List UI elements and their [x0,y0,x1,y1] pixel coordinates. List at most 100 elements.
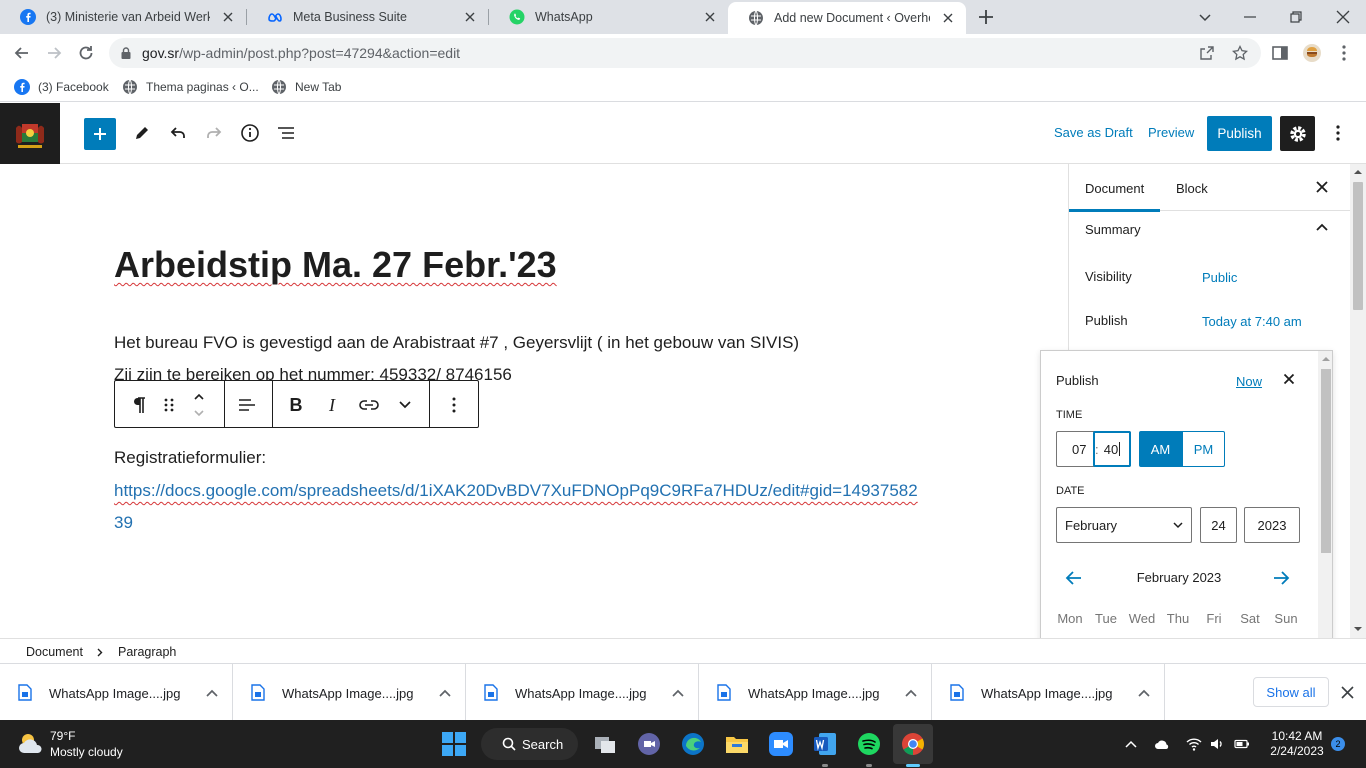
chevron-up-icon[interactable] [904,686,918,700]
more-rich-text-button[interactable] [393,393,417,417]
wifi-icon[interactable] [1186,736,1202,752]
browser-tab-meta[interactable]: Meta Business Suite [247,0,488,34]
browser-tab-whatsapp[interactable]: WhatsApp [489,0,728,34]
profile-avatar-icon[interactable] [1302,43,1322,63]
drag-handle[interactable] [157,393,181,417]
tab-search-icon[interactable] [1195,7,1215,27]
paragraph-block[interactable]: Het bureau FVO is gevestigd aan de Arabi… [114,333,799,353]
close-icon[interactable] [1315,180,1329,194]
download-item[interactable]: WhatsApp Image....jpg [0,664,233,721]
summary-panel-title[interactable]: Summary [1085,222,1141,237]
chevron-up-icon[interactable] [205,686,219,700]
paragraph-transform-button[interactable] [127,393,151,417]
details-button[interactable] [235,118,265,148]
chevron-up-icon[interactable] [1137,686,1151,700]
file-explorer-icon[interactable] [724,731,750,757]
move-block-buttons[interactable] [187,385,211,425]
tab-document[interactable]: Document [1068,181,1161,212]
window-close-icon[interactable] [1333,7,1353,27]
publish-button[interactable]: Publish [1207,116,1272,151]
weather-cloud-icon[interactable] [16,729,46,759]
popover-scrollbar[interactable] [1318,351,1332,661]
post-title[interactable]: Arbeidstip Ma. 27 Febr.'23 [114,244,557,286]
windows-start-icon[interactable] [441,731,467,757]
next-month-icon[interactable] [1270,567,1292,589]
italic-button[interactable]: I [320,393,344,417]
now-button[interactable]: Now [1236,374,1262,389]
edge-browser-icon[interactable] [680,731,706,757]
align-button[interactable] [235,393,259,417]
spotify-icon[interactable] [856,731,882,757]
settings-button[interactable] [1280,116,1315,151]
address-bar[interactable]: gov.sr/wp-admin/post.php?post=47294&acti… [109,38,1261,68]
taskbar-search[interactable]: Search [481,728,578,760]
month-select[interactable]: February [1056,507,1192,543]
list-view-button[interactable] [271,118,301,148]
browser-tab-active-document[interactable]: Add new Document ‹ Overheid v [728,2,966,34]
am-button[interactable]: AM [1139,431,1182,467]
chevron-up-icon[interactable] [438,686,452,700]
zoom-icon[interactable] [768,731,794,757]
scrollbar-thumb[interactable] [1321,369,1331,553]
paragraph-link-line[interactable]: 39 [114,513,133,533]
sidebar-scrollbar[interactable] [1350,164,1366,638]
download-item[interactable]: WhatsApp Image....jpg [233,664,466,721]
site-logo[interactable] [0,103,60,164]
close-icon[interactable] [220,9,236,25]
bookmark-facebook[interactable]: (3) Facebook [14,78,109,96]
back-arrow-icon[interactable] [12,43,32,63]
teams-chat-icon[interactable] [636,731,662,757]
paragraph-link-line[interactable]: https://docs.google.com/spreadsheets/d/1… [114,481,918,501]
onedrive-cloud-icon[interactable] [1154,736,1170,752]
close-icon[interactable] [1283,373,1295,385]
notification-badge[interactable]: 2 [1331,737,1345,751]
minute-input[interactable]: 40 [1093,431,1131,467]
registration-link[interactable]: 39 [114,513,133,532]
preview-button[interactable]: Preview [1148,125,1194,140]
task-view-icon[interactable] [592,731,618,757]
redo-button[interactable] [199,118,229,148]
block-options-button[interactable] [442,393,466,417]
breadcrumb-paragraph[interactable]: Paragraph [118,645,176,659]
paragraph-block[interactable]: Registratieformulier: [114,448,266,468]
add-block-button[interactable] [84,118,116,150]
visibility-toggle[interactable]: Public [1202,270,1237,285]
undo-button[interactable] [163,118,193,148]
chevron-up-icon[interactable] [1315,222,1329,232]
forward-arrow-icon[interactable] [44,43,64,63]
year-input[interactable]: 2023 [1244,507,1300,543]
registration-link[interactable]: https://docs.google.com/spreadsheets/d/1… [114,481,918,500]
share-icon[interactable] [1199,45,1215,61]
scrollbar-thumb[interactable] [1353,182,1363,310]
close-icon[interactable] [702,9,718,25]
scroll-down-icon[interactable] [1354,626,1362,632]
tools-button[interactable] [127,118,157,148]
close-icon[interactable] [940,10,956,26]
day-input[interactable]: 24 [1200,507,1237,543]
download-item[interactable]: WhatsApp Image....jpg [466,664,699,721]
breadcrumb-document[interactable]: Document [26,645,83,659]
scroll-up-icon[interactable] [1322,356,1330,362]
download-item[interactable]: WhatsApp Image....jpg [932,664,1165,721]
close-icon[interactable] [462,9,478,25]
new-tab-icon[interactable] [977,8,995,26]
lock-icon[interactable] [119,46,133,60]
pm-button[interactable]: PM [1182,431,1225,467]
battery-icon[interactable] [1234,736,1250,752]
minimize-icon[interactable] [1240,7,1260,27]
restore-icon[interactable] [1286,7,1306,27]
chevron-up-icon[interactable] [671,686,685,700]
browser-tab-facebook[interactable]: (3) Ministerie van Arbeid Werkgel [0,0,246,34]
options-button[interactable] [1323,118,1353,148]
scroll-up-icon[interactable] [1354,169,1362,175]
bold-button[interactable]: B [284,393,308,417]
volume-icon[interactable] [1209,736,1225,752]
show-all-downloads-button[interactable]: Show all [1253,677,1329,707]
bookmark-star-icon[interactable] [1232,45,1248,61]
chrome-icon[interactable] [900,731,926,757]
download-item[interactable]: WhatsApp Image....jpg [699,664,932,721]
more-vertical-icon[interactable] [1334,43,1354,63]
tab-block[interactable]: Block [1176,181,1208,196]
reload-icon[interactable] [76,43,96,63]
link-button[interactable] [357,393,381,417]
